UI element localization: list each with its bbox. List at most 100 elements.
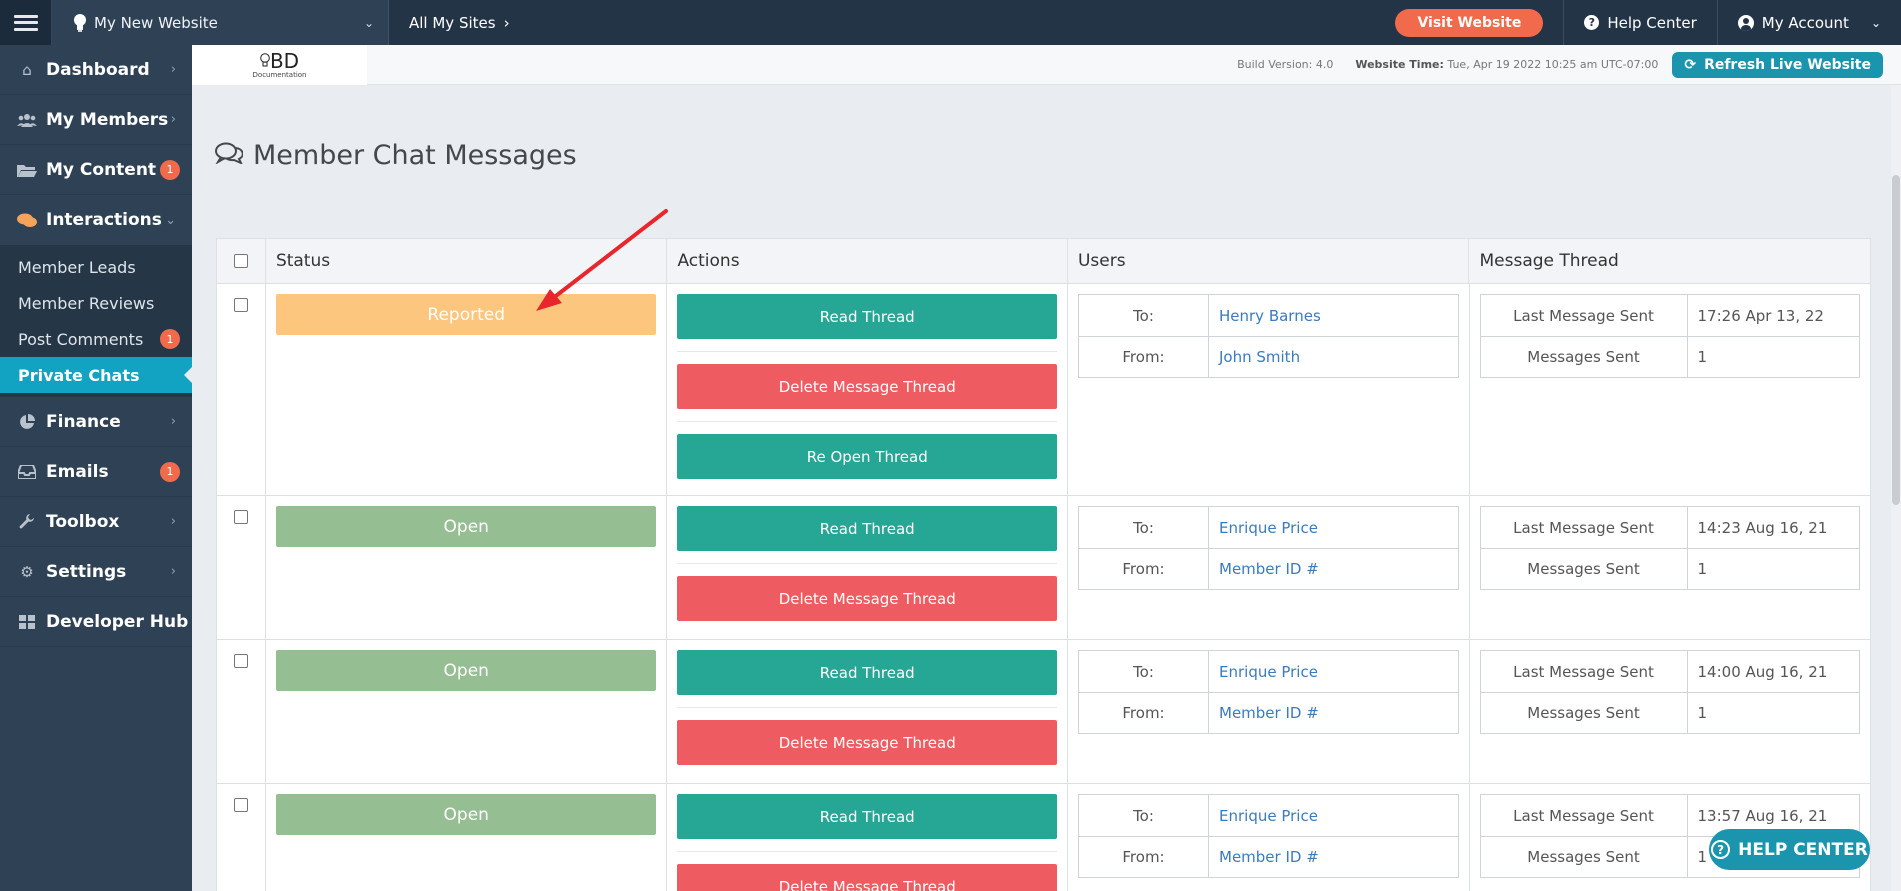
refresh-live-website-button[interactable]: ⟳ Refresh Live Website	[1672, 51, 1883, 78]
read-thread-button[interactable]: Read Thread	[677, 506, 1057, 551]
messages-sent-label: Messages Sent	[1481, 337, 1688, 377]
sidebar-item-my-content[interactable]: My Content 1	[0, 145, 192, 195]
sidebar-subitem-label: Post Comments	[18, 329, 144, 349]
messages-sent-value: 1	[1697, 704, 1708, 722]
delete-thread-button[interactable]: Delete Message Thread	[677, 864, 1057, 891]
divider	[677, 421, 1057, 422]
delete-thread-button[interactable]: Delete Message Thread	[677, 720, 1057, 765]
sidebar-subitem-post-comments[interactable]: Post Comments 1	[0, 321, 192, 357]
thread-info: Last Message Sent 14:00 Aug 16, 21 Messag…	[1479, 650, 1861, 734]
messages-sent-label: Messages Sent	[1481, 549, 1688, 589]
read-thread-button[interactable]: Read Thread	[677, 650, 1057, 695]
users-info: To: Enrique Price From: Member ID #	[1078, 506, 1459, 590]
sidebar-item-my-members[interactable]: My Members ›	[0, 95, 192, 145]
sidebar-item-label: Toolbox	[46, 511, 120, 532]
status-badge: Open	[275, 650, 657, 691]
site-selector[interactable]: My New Website ⌄	[52, 0, 389, 45]
messages-sent-value: 1	[1697, 560, 1708, 578]
sidebar-item-dashboard[interactable]: ⌂ Dashboard ›	[0, 45, 192, 95]
select-all-checkbox[interactable]	[233, 254, 248, 268]
to-user-link[interactable]: Enrique Price	[1209, 651, 1458, 692]
gear-icon: ⚙	[20, 562, 34, 581]
status-badge: Open	[275, 506, 657, 547]
page-scrollbar[interactable]	[1891, 85, 1901, 891]
reopen-thread-button[interactable]: Re Open Thread	[677, 434, 1057, 479]
to-user-link[interactable]: Henry Barnes	[1209, 295, 1458, 336]
logo-text: BD	[269, 48, 300, 73]
column-header-message-thread: Message Thread	[1479, 251, 1619, 271]
sidebar-item-emails[interactable]: Emails 1	[0, 447, 192, 497]
status-badge: Open	[275, 794, 657, 835]
help-center-link[interactable]: ? Help Center	[1564, 14, 1716, 32]
divider	[677, 851, 1057, 852]
sidebar-item-finance[interactable]: Finance ›	[0, 397, 192, 447]
column-header-actions: Actions	[667, 239, 1068, 283]
chevron-right-icon: ›	[170, 564, 176, 579]
sub-header: BD Documentation Build Version: 4.0 Webs…	[192, 44, 1901, 85]
from-user-link[interactable]: Member ID #	[1209, 549, 1458, 589]
sidebar-item-toolbox[interactable]: Toolbox ›	[0, 497, 192, 547]
annotation-arrow	[536, 209, 668, 311]
sidebar-item-settings[interactable]: ⚙ Settings ›	[0, 547, 192, 597]
top-bar: My New Website ⌄ All My Sites › Visit We…	[0, 0, 1901, 45]
row-checkbox[interactable]	[233, 798, 248, 812]
menu-toggle-button[interactable]	[0, 0, 52, 45]
table-row: Open Read Thread Delete Message Thread T…	[217, 784, 1870, 891]
from-user-link[interactable]: John Smith	[1209, 337, 1458, 377]
to-user-link[interactable]: Enrique Price	[1209, 507, 1458, 548]
from-user-link[interactable]: Member ID #	[1209, 837, 1458, 877]
read-thread-button[interactable]: Read Thread	[677, 794, 1057, 839]
last-message-label: Last Message Sent	[1481, 795, 1688, 836]
hamburger-icon	[13, 14, 38, 31]
last-message-label: Last Message Sent	[1481, 651, 1688, 692]
refresh-icon: ⟳	[1684, 56, 1697, 73]
sidebar-item-interactions[interactable]: Interactions ⌄	[0, 195, 192, 245]
to-user-link[interactable]: Enrique Price	[1209, 795, 1458, 836]
from-label: From:	[1079, 549, 1209, 589]
logo-subtitle: Documentation	[252, 70, 307, 79]
read-thread-button[interactable]: Read Thread	[677, 294, 1057, 339]
all-sites-label: All My Sites	[409, 13, 496, 32]
my-account-menu[interactable]: My Account ⌄	[1718, 14, 1901, 32]
my-account-label: My Account	[1761, 13, 1849, 32]
users-info: To: Enrique Price From: Member ID #	[1078, 794, 1459, 878]
website-time: Website Time: Tue, Apr 19 2022 10:25 am …	[1355, 58, 1658, 71]
refresh-label: Refresh Live Website	[1704, 56, 1871, 73]
scrollbar-thumb[interactable]	[1892, 175, 1900, 505]
delete-thread-button[interactable]: Delete Message Thread	[677, 364, 1057, 409]
from-label: From:	[1079, 837, 1209, 877]
users-info: To: Henry Barnes From: John Smith	[1078, 294, 1459, 378]
from-label: From:	[1079, 337, 1209, 377]
from-user-link[interactable]: Member ID #	[1209, 693, 1458, 733]
chevron-right-icon: ›	[170, 414, 176, 429]
lightbulb-icon	[72, 13, 88, 33]
sidebar: ⌂ Dashboard › My Members › My Content 1 …	[0, 45, 192, 891]
floating-help-center-button[interactable]: ? HELP CENTER	[1709, 829, 1870, 870]
website-time-value: Tue, Apr 19 2022 10:25 am UTC-07:00	[1447, 58, 1659, 71]
sidebar-item-label: Settings	[46, 561, 127, 582]
chevron-down-icon: ⌄	[363, 15, 374, 30]
row-checkbox[interactable]	[233, 298, 248, 312]
sidebar-subitem-private-chats[interactable]: Private Chats	[0, 357, 192, 393]
logo[interactable]: BD Documentation	[192, 44, 367, 85]
thread-info: Last Message Sent 14:23 Aug 16, 21 Messag…	[1479, 506, 1861, 590]
sidebar-item-label: Dashboard	[46, 59, 150, 80]
last-message-value: 14:23 Aug 16, 21	[1697, 518, 1828, 537]
sidebar-subitem-member-reviews[interactable]: Member Reviews	[0, 285, 192, 321]
all-sites-link[interactable]: All My Sites ›	[409, 14, 510, 32]
divider	[677, 563, 1057, 564]
last-message-label: Last Message Sent	[1481, 295, 1688, 336]
visit-website-button[interactable]: Visit Website	[1395, 8, 1544, 37]
sidebar-item-label: Developer Hub	[46, 611, 189, 632]
notification-badge: 1	[160, 461, 180, 482]
delete-thread-button[interactable]: Delete Message Thread	[677, 576, 1057, 621]
table-header: Status Actions Users Message Thread	[217, 239, 1870, 284]
chevron-right-icon: ›	[170, 514, 176, 529]
row-checkbox[interactable]	[233, 654, 248, 668]
site-selector-label: My New Website	[94, 13, 218, 32]
row-checkbox[interactable]	[233, 510, 248, 524]
floating-help-label: HELP CENTER	[1738, 839, 1868, 860]
sidebar-subitem-member-leads[interactable]: Member Leads	[0, 249, 192, 285]
messages-sent-label: Messages Sent	[1481, 837, 1688, 877]
sidebar-item-developer-hub[interactable]: Developer Hub	[0, 597, 192, 647]
